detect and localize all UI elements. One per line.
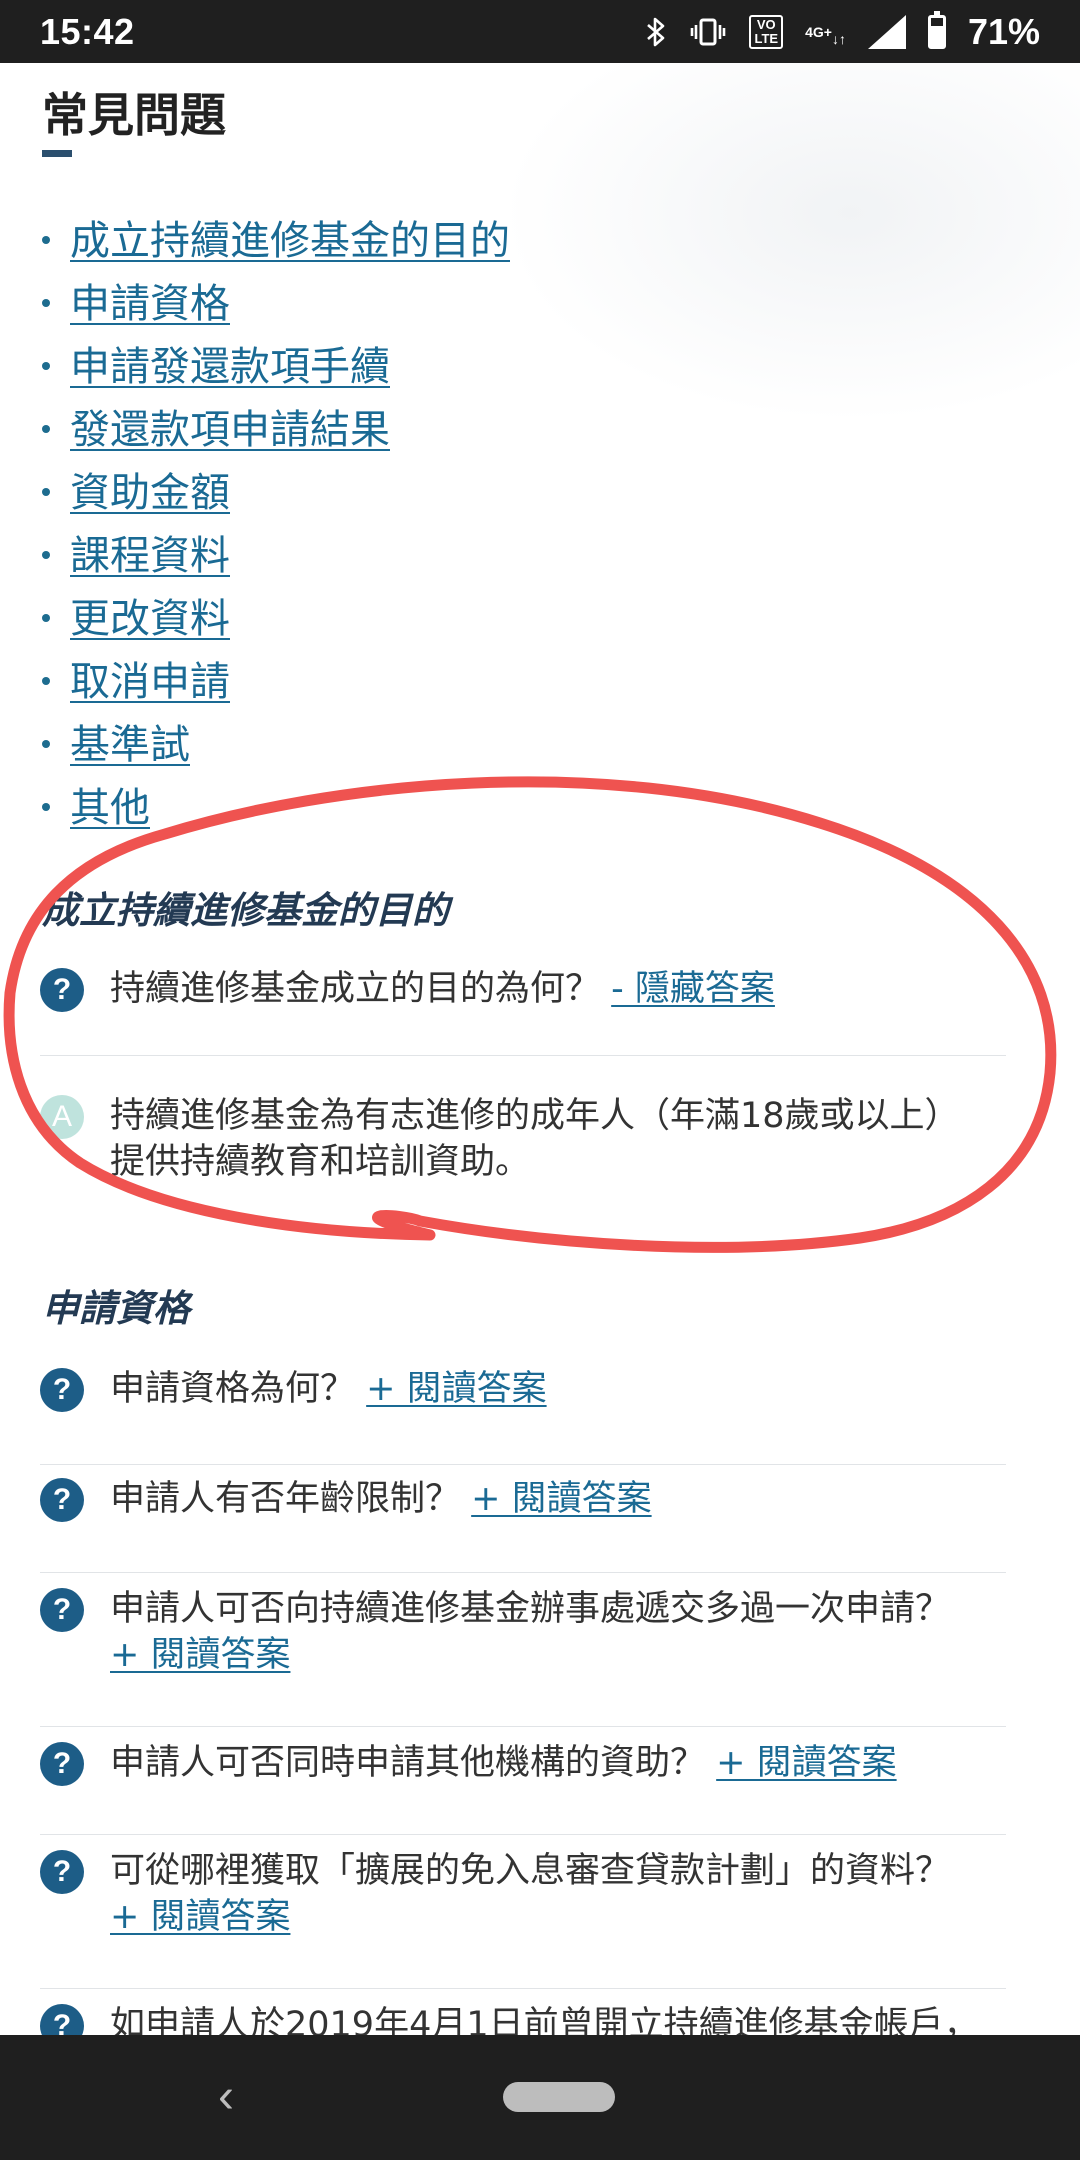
question-text-wrap: 申請人可否同時申請其他機構的資助？ + 閱讀答案: [110, 1740, 897, 1786]
battery-percent: 71%: [967, 10, 1040, 52]
question-text: 申請人有否年齡限制？: [110, 1479, 461, 1519]
signal-strength-icon: [867, 14, 906, 49]
question-text: 申請資格為何？: [110, 1369, 356, 1409]
read-answer-link[interactable]: + 閱讀答案: [366, 1369, 546, 1409]
battery-fill: [930, 25, 943, 46]
volte-icon: VO LTE: [749, 14, 784, 49]
toc-item[interactable]: 發還款項申請結果: [42, 394, 510, 457]
nav-bar: ‹: [0, 2035, 1080, 2160]
title-underline: [42, 150, 72, 157]
question-icon: ?: [40, 1588, 84, 1632]
home-pill-icon[interactable]: [503, 2082, 615, 2112]
answer-icon: A: [40, 1095, 84, 1139]
toc-item[interactable]: 課程資料: [42, 520, 510, 583]
toc-link[interactable]: 取消申請: [70, 649, 230, 707]
network-type-icon: 4G+ ↓↑: [805, 23, 846, 47]
toc-item[interactable]: 取消申請: [42, 646, 510, 709]
faq-answer: A 持續進修基金為有志進修的成年人（年滿18歲或以上）提供持續教育和培訓資助。: [40, 1093, 1006, 1185]
page-title: 常見問題: [42, 88, 226, 142]
toc-item[interactable]: 申請資格: [42, 268, 510, 331]
read-answer-link[interactable]: + 閱讀答案: [110, 1635, 290, 1675]
vibrate-icon: [689, 16, 727, 48]
divider: [40, 1572, 1006, 1573]
divider: [40, 1834, 1006, 1835]
toc-link[interactable]: 成立持續進修基金的目的: [70, 208, 510, 266]
divider: [40, 1726, 1006, 1727]
toc-item[interactable]: 成立持續進修基金的目的: [42, 205, 510, 268]
bullet-icon: [42, 298, 50, 307]
toc-link[interactable]: 課程資料: [70, 523, 230, 581]
status-icons: VO LTE 4G+ ↓↑ 71%: [645, 10, 1040, 53]
section-heading-eligibility: 申請資格: [42, 1287, 190, 1330]
faq-question: ? 如申請人於2019年4月1日前曾開立持續進修基金帳戶，: [40, 2002, 1006, 2035]
bullet-icon: [42, 613, 50, 622]
bullet-icon: [42, 424, 50, 433]
toc-link[interactable]: 更改資料: [70, 586, 230, 644]
bullet-icon: [42, 487, 50, 496]
question-text: 持續進修基金成立的目的為何？: [110, 969, 601, 1009]
faq-page[interactable]: 常見問題 成立持續進修基金的目的 申請資格 申請發還款項手續 發還款項申請結果 …: [0, 63, 1080, 2035]
question-text: 申請人可否同時申請其他機構的資助？: [110, 1743, 706, 1783]
question-icon: ?: [40, 1478, 84, 1522]
toc-link[interactable]: 申請資格: [70, 271, 230, 329]
question-text-wrap: 申請人可否向持續進修基金辦事處遞交多過一次申請？ + 閱讀答案: [110, 1586, 1006, 1678]
toc-link[interactable]: 其他: [70, 775, 150, 833]
bullet-icon: [42, 235, 50, 244]
faq-question: ? 申請資格為何？ + 閱讀答案: [40, 1366, 1006, 1412]
toc-link[interactable]: 申請發還款項手續: [70, 334, 390, 392]
question-text: 如申請人於2019年4月1日前曾開立持續進修基金帳戶，: [110, 2005, 979, 2035]
divider: [40, 1464, 1006, 1465]
status-time: 15:42: [40, 10, 135, 52]
hide-answer-link[interactable]: - 隱藏答案: [611, 969, 775, 1009]
question-icon: ?: [40, 1850, 84, 1894]
question-icon: ?: [40, 1742, 84, 1786]
divider: [40, 1055, 1006, 1056]
question-icon: ?: [40, 2004, 84, 2035]
bullet-icon: [42, 676, 50, 685]
question-text-wrap: 申請資格為何？ + 閱讀答案: [110, 1366, 547, 1412]
read-answer-link[interactable]: + 閱讀答案: [716, 1743, 896, 1783]
answer-text: 持續進修基金為有志進修的成年人（年滿18歲或以上）提供持續教育和培訓資助。: [110, 1096, 960, 1182]
question-text: 可從哪裡獲取「擴展的免入息審查貸款計劃」的資料？: [110, 1851, 951, 1891]
toc-link[interactable]: 資助金額: [70, 460, 230, 518]
toc-item[interactable]: 其他: [42, 772, 510, 835]
back-icon[interactable]: ‹: [218, 2073, 234, 2121]
faq-question: ? 申請人可否同時申請其他機構的資助？ + 閱讀答案: [40, 1740, 1006, 1786]
question-text-wrap: 如申請人於2019年4月1日前曾開立持續進修基金帳戶，: [110, 2002, 979, 2035]
faq-question: ? 申請人有否年齡限制？ + 閱讀答案: [40, 1476, 1006, 1522]
bullet-icon: [42, 361, 50, 370]
question-text-wrap: 申請人有否年齡限制？ + 閱讀答案: [110, 1476, 652, 1522]
question-icon: ?: [40, 1368, 84, 1412]
faq-question: ? 申請人可否向持續進修基金辦事處遞交多過一次申請？ + 閱讀答案: [40, 1586, 1006, 1678]
network-type-label: 4G+: [805, 23, 832, 40]
question-text: 申請人可否向持續進修基金辦事處遞交多過一次申請？: [110, 1589, 951, 1629]
question-icon: ?: [40, 968, 84, 1012]
bullet-icon: [42, 550, 50, 559]
toc-item[interactable]: 申請發還款項手續: [42, 331, 510, 394]
faq-question: ? 可從哪裡獲取「擴展的免入息審查貸款計劃」的資料？ + 閱讀答案: [40, 1848, 1006, 1940]
read-answer-link[interactable]: + 閱讀答案: [471, 1479, 651, 1519]
toc-link[interactable]: 基準試: [70, 712, 190, 770]
battery-icon: [927, 10, 946, 49]
question-text-wrap: 持續進修基金成立的目的為何？ - 隱藏答案: [110, 966, 775, 1012]
read-answer-link[interactable]: + 閱讀答案: [110, 1897, 290, 1937]
toc-item[interactable]: 資助金額: [42, 457, 510, 520]
toc-item[interactable]: 更改資料: [42, 583, 510, 646]
divider: [40, 1988, 1006, 1989]
status-bar: 15:42 VO LTE 4G+ ↓↑ 71%: [0, 0, 1080, 63]
background-decoration: [500, 63, 1080, 423]
question-text-wrap: 可從哪裡獲取「擴展的免入息審查貸款計劃」的資料？ + 閱讀答案: [110, 1848, 1006, 1940]
faq-question: ? 持續進修基金成立的目的為何？ - 隱藏答案: [40, 966, 1006, 1012]
bullet-icon: [42, 739, 50, 748]
toc-item[interactable]: 基準試: [42, 709, 510, 772]
bullet-icon: [42, 802, 50, 811]
toc-link[interactable]: 發還款項申請結果: [70, 397, 390, 455]
section-heading-purpose: 成立持續進修基金的目的: [42, 889, 449, 932]
bluetooth-icon: [645, 16, 667, 48]
faq-toc: 成立持續進修基金的目的 申請資格 申請發還款項手續 發還款項申請結果 資助金額 …: [42, 205, 510, 835]
